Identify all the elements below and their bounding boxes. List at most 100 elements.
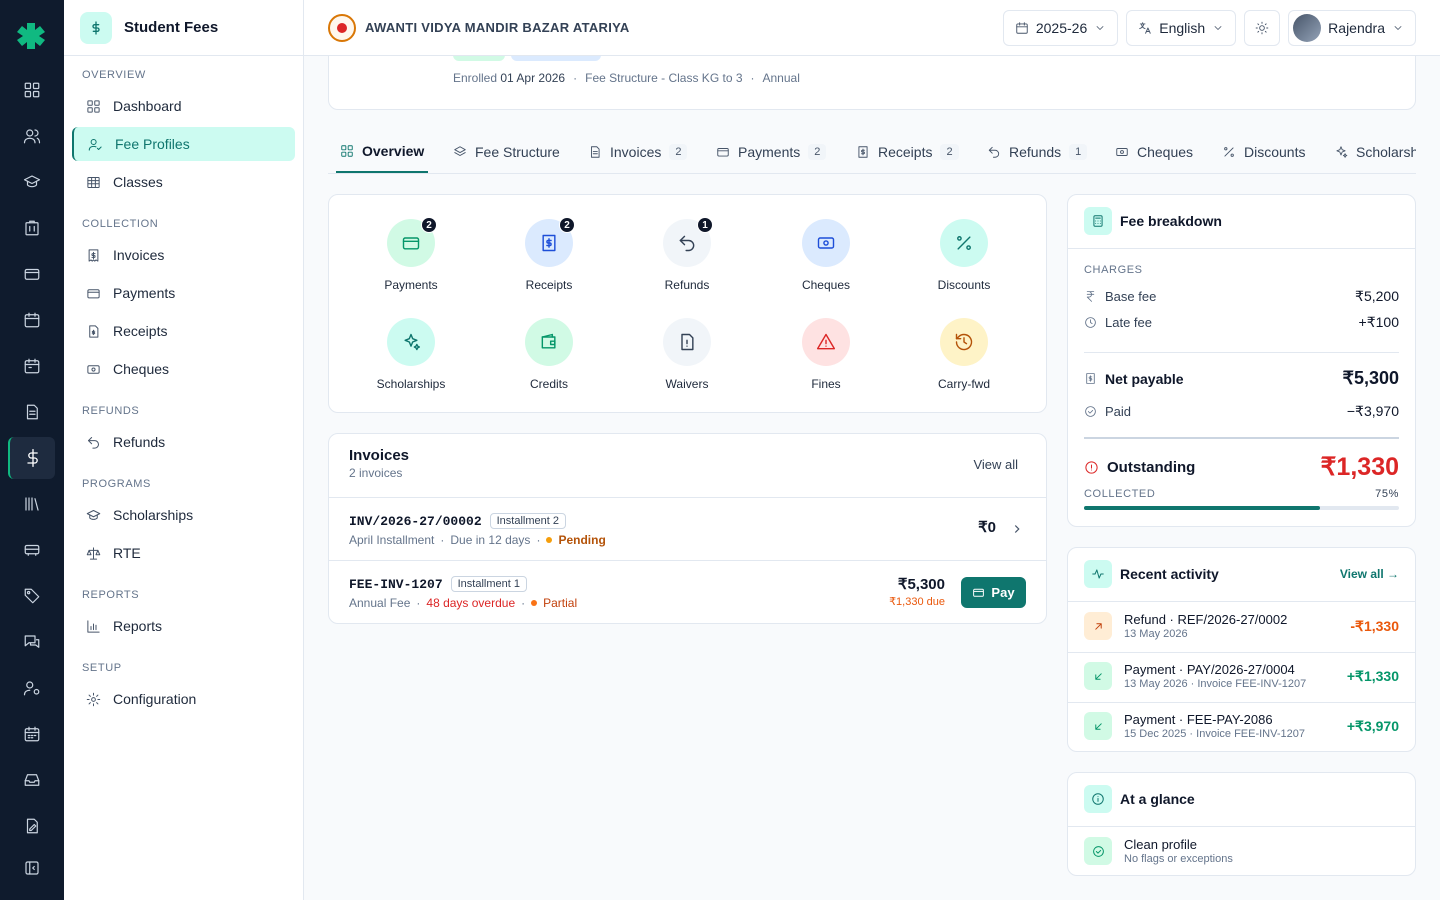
collapse-sidebar-icon[interactable] [17, 853, 47, 883]
quick-action-discounts[interactable]: Discounts [904, 219, 1024, 292]
activity-item[interactable]: Payment · PAY/2026-27/0004 13 May 2026 · … [1084, 656, 1399, 696]
avatar [1293, 14, 1322, 42]
fee-frequency: Annual [762, 71, 800, 85]
quick-action-receipts[interactable]: 2 Receipts [489, 217, 609, 292]
calendar-icon[interactable] [17, 305, 47, 335]
invoices-subtitle: 2 invoices [349, 466, 403, 480]
layers-icon [454, 146, 466, 156]
sparkles-icon [1336, 146, 1348, 158]
top-bar: AWANTI VIDYA MANDIR BAZAR ATARIYA 2025-2… [304, 0, 1440, 56]
quick-action-carry-fwd[interactable]: Carry-fwd [904, 318, 1024, 391]
sidebar-item-label: Invoices [113, 247, 165, 263]
invoice-amount: ₹5,300 [897, 576, 945, 593]
bus-icon[interactable] [17, 535, 47, 565]
alert-circle-icon [1085, 460, 1098, 474]
quick-action-fines[interactable]: Fines [766, 318, 886, 391]
sidebar-item-receipts[interactable]: Receipts [72, 314, 295, 348]
card-icon[interactable] [17, 259, 47, 289]
theme-toggle-button[interactable] [1244, 10, 1281, 46]
invoice-row[interactable]: FEE-INV-1207 Installment 1 Annual Fee · 4… [329, 560, 1046, 623]
outstanding-line: Outstanding ₹1,330 [1084, 452, 1399, 482]
file-sign-icon[interactable] [17, 811, 47, 841]
charges-label: CHARGES [1084, 264, 1143, 276]
messages-icon[interactable] [17, 627, 47, 657]
tab-refunds[interactable]: Refunds 1 [987, 131, 1088, 173]
calendar-alt-icon[interactable] [17, 351, 47, 381]
gear-icon [86, 692, 101, 706]
quick-action-scholarships[interactable]: Scholarships [351, 318, 471, 391]
academic-year-select[interactable]: 2025-26 [1002, 10, 1119, 46]
recent-activity-card: Recent activity View all → Refund · REF/… [1067, 547, 1416, 752]
sidebar-item-label: Fee Profiles [115, 136, 190, 152]
tab-scholarships[interactable]: Scholarshi [1334, 131, 1416, 173]
sidebar-item-cheques[interactable]: Cheques [72, 352, 295, 386]
sidebar-item-scholarships[interactable]: Scholarships [72, 498, 295, 532]
undo-icon: 1 [663, 217, 713, 267]
invoice-amount: ₹0 [978, 519, 996, 536]
library-icon[interactable] [17, 489, 47, 519]
installment-badge: Installment 1 [450, 576, 527, 592]
tab-receipts[interactable]: Receipts 2 [856, 131, 959, 173]
chevron-right-icon[interactable] [1010, 522, 1024, 536]
quick-action-refunds[interactable]: 1 Refunds [627, 217, 747, 292]
user-settings-icon[interactable] [17, 673, 47, 703]
document-icon[interactable] [17, 397, 47, 427]
paid-line: Paid −₹3,970 [1084, 403, 1399, 420]
activity-item[interactable]: Payment · FEE-PAY-2086 15 Dec 2025 · Invo… [1084, 706, 1399, 746]
invoice-due-amount: ₹1,330 due [889, 596, 945, 608]
sidebar-item-rte[interactable]: RTE [72, 536, 295, 570]
quick-action-cheques[interactable]: Cheques [766, 219, 886, 292]
tab-discounts[interactable]: Discounts [1222, 131, 1305, 173]
tab-cheques[interactable]: Cheques [1115, 131, 1193, 173]
percent-icon [1224, 147, 1234, 157]
payments-count-badge: 2 [808, 144, 827, 160]
users-icon[interactable] [17, 121, 47, 151]
calendar-grid-icon[interactable] [17, 719, 47, 749]
tab-invoices[interactable]: Invoices 2 [588, 131, 688, 173]
chevron-down-icon [1096, 26, 1104, 30]
app-logo-icon[interactable] [16, 20, 46, 50]
quick-action-payments[interactable]: 2 Payments [351, 217, 471, 292]
academic-year-value: 2025-26 [1035, 20, 1088, 36]
rupee-icon [1086, 291, 1095, 302]
view-all-activity-link[interactable]: View all → [1340, 567, 1399, 581]
dollar-badge-icon [80, 11, 112, 44]
receipt-icon [88, 248, 99, 262]
sidebar-item-invoices[interactable]: Invoices [72, 238, 295, 272]
status-dot [546, 537, 553, 543]
graduation-cap-icon [86, 509, 101, 520]
file-alert-icon [663, 318, 711, 366]
quick-action-credits[interactable]: Credits [489, 318, 609, 391]
tab-overview[interactable]: Overview [336, 131, 429, 173]
inbox-icon[interactable] [17, 765, 47, 795]
sidebar-item-label: Cheques [113, 361, 170, 377]
sidebar-item-refunds[interactable]: Refunds [72, 425, 295, 459]
sidebar-item-configuration[interactable]: Configuration [72, 682, 295, 716]
sidebar-item-classes[interactable]: Classes [72, 165, 295, 199]
building-icon[interactable] [17, 213, 47, 243]
sidebar-item-label: Scholarships [113, 507, 194, 523]
tag-icon[interactable] [17, 581, 47, 611]
language-select[interactable]: English [1126, 10, 1237, 46]
activity-item[interactable]: Refund · REF/2026-27/0002 13 May 2026 -₹1… [1084, 606, 1399, 646]
invoice-row[interactable]: INV/2026-27/00002 Installment 2 April In… [329, 497, 1046, 560]
invoices-header: Invoices 2 invoices [349, 447, 409, 480]
user-menu[interactable]: Rajendra [1288, 10, 1416, 46]
tab-payments[interactable]: Payments 2 [716, 131, 827, 173]
sidebar-item-reports[interactable]: Reports [72, 609, 295, 643]
invoice-name: April Installment [349, 533, 435, 547]
sidebar-item-payments[interactable]: Payments [72, 276, 295, 310]
user-check-icon [88, 138, 102, 151]
dollar-icon[interactable] [8, 437, 55, 479]
grid-icon[interactable] [17, 75, 47, 105]
sidebar-item-dashboard[interactable]: Dashboard [72, 89, 295, 123]
invoice-name: Annual Fee [349, 596, 411, 610]
graduation-cap-icon[interactable] [17, 167, 47, 197]
school-emblem-icon [328, 13, 356, 42]
tab-fee-structure[interactable]: Fee Structure [453, 131, 560, 173]
clock-icon [1085, 317, 1096, 328]
view-all-invoices-link[interactable]: View all [973, 457, 1018, 472]
pay-button[interactable]: Pay [961, 577, 1026, 608]
sidebar-item-fee-profiles[interactable]: Fee Profiles [72, 127, 295, 161]
quick-action-waivers[interactable]: Waivers [627, 318, 747, 391]
